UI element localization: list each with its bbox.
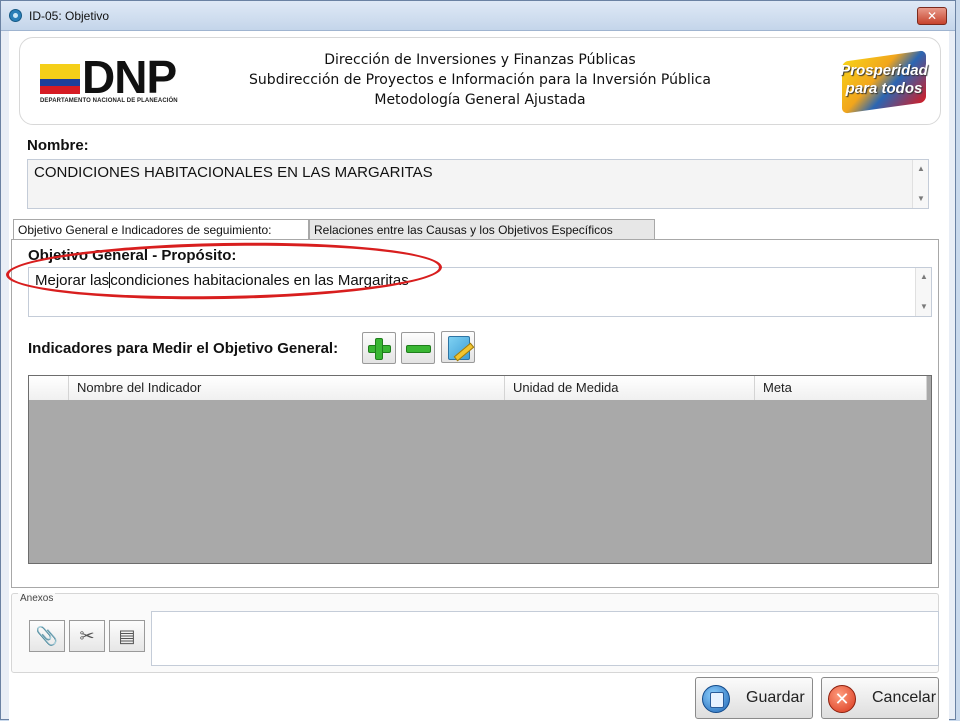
dialog-content: DNP DEPARTAMENTO NACIONAL DE PLANEACIÓN … — [5, 31, 949, 721]
save-icon — [702, 685, 730, 713]
title-bar: ID-05: Objetivo ✕ — [1, 1, 955, 31]
indicadores-label: Indicadores para Medir el Objetivo Gener… — [28, 340, 339, 357]
nombre-value: CONDICIONES HABITACIONALES EN LAS MARGAR… — [34, 164, 433, 181]
edit-icon — [448, 336, 470, 360]
objetivo-field[interactable]: Mejorar lascondiciones habitacionales en… — [28, 267, 932, 317]
cancel-icon: ✕ — [828, 685, 856, 713]
objetivo-label: Objetivo General - Propósito: — [28, 247, 237, 264]
header-banner: DNP DEPARTAMENTO NACIONAL DE PLANEACIÓN … — [19, 37, 941, 125]
header-text: Dirección de Inversiones y Finanzas Públ… — [210, 50, 750, 110]
edit-indicator-button[interactable] — [441, 331, 475, 363]
header-line-3: Metodología General Ajustada — [374, 92, 586, 108]
attach-button[interactable]: 📎 — [29, 620, 65, 652]
scissors-icon: ✂ — [79, 626, 95, 646]
view-document-button[interactable]: ▤ — [109, 620, 145, 652]
anexos-field[interactable] — [151, 611, 939, 666]
scroll-down-icon[interactable]: ▼ — [913, 192, 929, 206]
prosperidad-logo: Prosperidad para todos — [838, 50, 928, 114]
window-title: ID-05: Objetivo — [29, 9, 110, 23]
slogan-line-1: Prosperidad — [840, 62, 928, 79]
document-icon: ▤ — [118, 626, 136, 646]
anexos-panel: Anexos 📎 ✂ ▤ — [11, 593, 939, 673]
remove-icon — [406, 345, 431, 353]
indicadores-table[interactable]: Nombre del Indicador Unidad de Medida Me… — [28, 375, 932, 564]
colombia-flag-icon — [40, 64, 80, 94]
dnp-logo-text: DNP — [82, 51, 177, 103]
save-button[interactable]: Guardar — [695, 677, 813, 719]
objetivo-text-before: Mejorar las — [35, 272, 110, 289]
remove-indicator-button[interactable] — [401, 332, 435, 364]
cancel-button[interactable]: ✕ Cancelar — [821, 677, 939, 719]
tab-objetivo-general[interactable]: Objetivo General e Indicadores de seguim… — [13, 219, 309, 241]
objetivo-scrollbar[interactable]: ▲ ▼ — [915, 268, 931, 316]
table-header: Nombre del Indicador Unidad de Medida Me… — [29, 376, 927, 400]
table-header-unidad[interactable]: Unidad de Medida — [505, 376, 755, 400]
tab-panel-objetivo: Objetivo General - Propósito: Mejorar la… — [5, 239, 939, 588]
cut-button[interactable]: ✂ — [69, 620, 105, 652]
dialog-window: ID-05: Objetivo ✕ DNP DEPARTAMENTO NACIO… — [0, 0, 956, 721]
slogan-line-2: para todos — [845, 80, 923, 97]
nombre-scrollbar[interactable]: ▲ ▼ — [912, 160, 928, 208]
objetivo-text-after: condiciones habitacionales en las Margar… — [110, 272, 409, 289]
dnp-logo-subtitle: DEPARTAMENTO NACIONAL DE PLANEACIÓN — [40, 98, 178, 104]
paperclip-icon: 📎 — [35, 626, 59, 646]
scroll-down-icon[interactable]: ▼ — [916, 300, 932, 314]
header-line-1: Dirección de Inversiones y Finanzas Públ… — [324, 52, 636, 68]
save-button-label: Guardar — [746, 689, 805, 706]
scroll-up-icon[interactable]: ▲ — [916, 270, 932, 284]
close-button[interactable]: ✕ — [917, 7, 947, 25]
scroll-up-icon[interactable]: ▲ — [913, 162, 929, 176]
anexos-label: Anexos — [18, 593, 56, 604]
cancel-button-label: Cancelar — [872, 689, 937, 706]
tab-relaciones-causas[interactable]: Relaciones entre las Causas y los Objeti… — [309, 219, 655, 240]
objetivo-value: Mejorar lascondiciones habitacionales en… — [35, 272, 409, 289]
nombre-label: Nombre: — [27, 137, 89, 154]
dnp-logo: DNP DEPARTAMENTO NACIONAL DE PLANEACIÓN — [40, 54, 180, 114]
table-header-selector[interactable] — [29, 376, 69, 400]
header-line-2: Subdirección de Proyectos e Información … — [249, 72, 711, 88]
prosperidad-slogan: Prosperidad para todos — [840, 62, 928, 98]
table-header-nombre[interactable]: Nombre del Indicador — [69, 376, 505, 400]
add-indicator-button[interactable] — [362, 332, 396, 364]
table-header-meta[interactable]: Meta — [755, 376, 927, 400]
app-icon — [9, 9, 22, 22]
nombre-field[interactable]: CONDICIONES HABITACIONALES EN LAS MARGAR… — [27, 159, 929, 209]
